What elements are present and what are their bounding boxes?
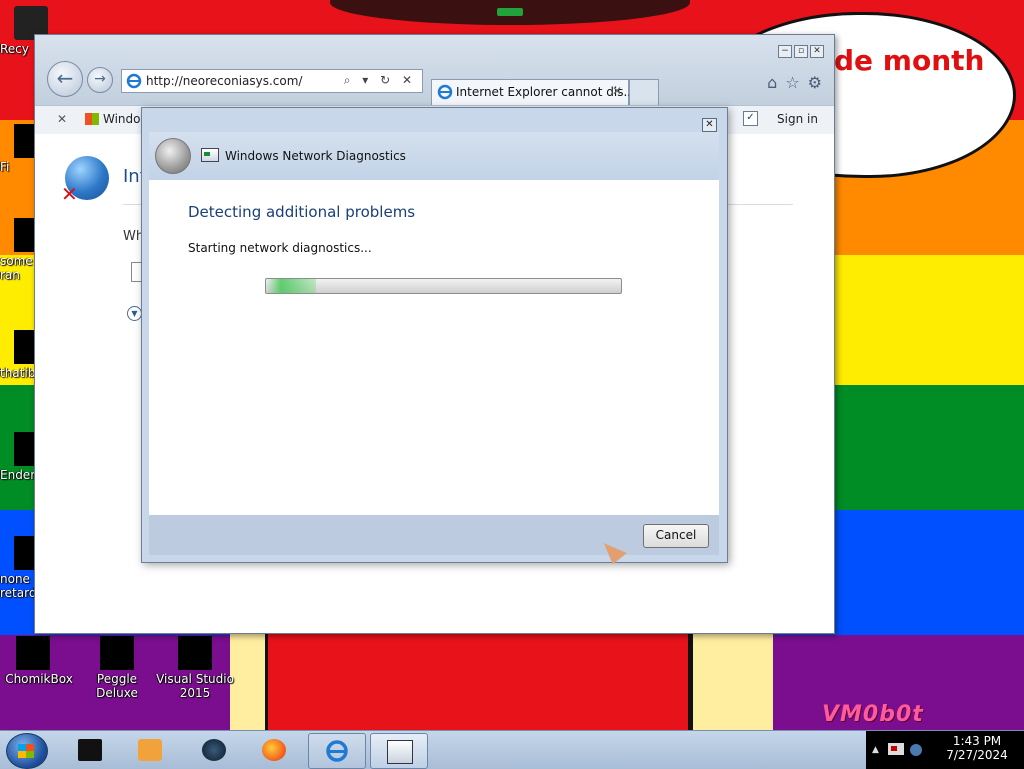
desktop-icon-label: thatib bbox=[0, 366, 36, 380]
wallpaper-cartoon-red bbox=[265, 632, 691, 730]
show-hidden-icons-icon[interactable]: ▲ bbox=[872, 745, 879, 755]
network-diagnostics-icon bbox=[201, 148, 219, 162]
back-orb-icon bbox=[155, 138, 191, 174]
tab-ie-error[interactable]: Internet Explorer cannot dis... ✕ bbox=[431, 79, 635, 105]
ie-icon bbox=[326, 740, 348, 762]
address-bar[interactable]: http://neoreconiasys.com/ ⌕ ▾ ↻ ✕ bbox=[121, 69, 423, 93]
clock-time: 1:43 PM bbox=[952, 734, 1002, 748]
dialog-header: Windows Network Diagnostics bbox=[149, 132, 719, 180]
network-diagnostics-dialog: ✕ Windows Network Diagnostics Detecting … bbox=[141, 107, 728, 563]
favbar-close-icon[interactable]: ✕ bbox=[57, 112, 67, 126]
gear-icon[interactable]: ⚙ bbox=[808, 73, 822, 92]
desktop-icon-label: Visual Studio 2015 bbox=[156, 672, 234, 700]
desktop-icon-label: Fi bbox=[0, 160, 10, 174]
taskbar-item-app3[interactable] bbox=[186, 733, 242, 767]
tray-icons[interactable] bbox=[886, 741, 926, 759]
dark-globe-icon bbox=[202, 739, 226, 761]
maximize-button[interactable]: ▫ bbox=[794, 45, 808, 58]
error-x-icon: ✕ bbox=[61, 182, 78, 206]
dialog-status: Starting network diagnostics... bbox=[188, 241, 372, 255]
minimize-button[interactable]: − bbox=[778, 45, 792, 58]
wallpaper-cartoon-arm bbox=[690, 632, 773, 730]
sign-in-link[interactable]: Sign in bbox=[777, 112, 818, 126]
desktop-icon-label: none retard bbox=[0, 572, 37, 600]
home-icon[interactable]: ⌂ bbox=[767, 73, 777, 92]
favbar-windows-link[interactable]: Windo bbox=[85, 112, 141, 126]
media-player-icon bbox=[138, 739, 162, 761]
favorites-star-icon[interactable]: ☆ bbox=[785, 73, 799, 92]
taskbar-clock[interactable]: 1:43 PM 7/27/2024 bbox=[930, 731, 1024, 769]
new-tab-button[interactable] bbox=[629, 79, 659, 105]
desktop-icon-label: ChomikBox bbox=[5, 672, 73, 686]
ie-icon bbox=[437, 84, 453, 100]
cancel-button[interactable]: Cancel bbox=[643, 524, 709, 548]
dialog-body: Detecting additional problems Starting n… bbox=[149, 180, 719, 515]
dialog-close-button[interactable]: ✕ bbox=[702, 118, 717, 132]
visual-studio-icon bbox=[178, 636, 212, 670]
back-button[interactable]: ← bbox=[47, 61, 83, 97]
peggle-icon bbox=[100, 636, 134, 670]
progress-bar bbox=[265, 278, 622, 294]
desktop-icon-visual-studio-2015[interactable]: Visual Studio 2015 bbox=[156, 636, 234, 700]
address-tools[interactable]: ⌕ ▾ ↻ ✕ bbox=[344, 73, 416, 88]
checkbox-icon[interactable]: ✓ bbox=[743, 111, 758, 126]
globe-error-icon: ✕ bbox=[61, 156, 109, 206]
address-url: http://neoreconiasys.com/ bbox=[146, 74, 303, 88]
desktop-icon-label: Recy bbox=[0, 42, 29, 56]
arrow-right-icon: → bbox=[94, 71, 106, 87]
black-box-icon bbox=[78, 739, 102, 761]
tab-label: Internet Explorer cannot dis... bbox=[456, 85, 635, 99]
wallpaper-watermark: VM0b0t bbox=[822, 702, 924, 727]
windows-logo-icon bbox=[85, 113, 99, 125]
desktop-icon-peggle-deluxe[interactable]: Peggle Deluxe bbox=[78, 636, 156, 700]
desktop-icon-label: Ender bbox=[0, 468, 36, 482]
favbar-windows-label: Windo bbox=[103, 112, 141, 126]
tab-close-icon[interactable]: ✕ bbox=[612, 84, 622, 98]
speech-text-line1: de month bbox=[834, 44, 985, 77]
wallpaper-green-dot bbox=[497, 8, 523, 16]
chomikbox-icon bbox=[16, 636, 50, 670]
ie-icon bbox=[126, 73, 142, 89]
ie-toolbar-icons: ⌂ ☆ ⚙ bbox=[767, 73, 822, 92]
taskbar-item-internet-explorer[interactable] bbox=[308, 733, 366, 769]
desktop-icon-chomikbox[interactable]: ChomikBox bbox=[0, 636, 78, 686]
dialog-footer: Cancel bbox=[149, 515, 719, 555]
desktop-icon-label: Peggle Deluxe bbox=[96, 672, 138, 700]
taskbar: ▲ 1:43 PM 7/27/2024 bbox=[0, 730, 1024, 769]
ie-caption-buttons: − ▫ ✕ bbox=[778, 45, 824, 58]
taskbar-item-network-diagnostics[interactable] bbox=[370, 733, 428, 769]
windows-logo-icon bbox=[18, 744, 34, 758]
more-info-chevron-icon[interactable]: ▼ bbox=[127, 306, 142, 321]
taskbar-item-media[interactable] bbox=[122, 733, 178, 767]
close-button[interactable]: ✕ bbox=[810, 45, 824, 58]
forward-button[interactable]: → bbox=[87, 67, 113, 93]
firefox-icon bbox=[262, 739, 286, 761]
progress-fill bbox=[266, 279, 316, 293]
clock-date: 7/27/2024 bbox=[946, 748, 1008, 762]
arrow-left-icon: ← bbox=[56, 66, 74, 90]
dialog-heading: Detecting additional problems bbox=[188, 203, 416, 221]
taskbar-item-firefox[interactable] bbox=[246, 733, 302, 767]
network-diagnostics-icon bbox=[387, 740, 413, 764]
desktop-icon-label: some ran bbox=[0, 254, 33, 282]
taskbar-item-app1[interactable] bbox=[62, 733, 118, 767]
start-button[interactable] bbox=[6, 733, 48, 769]
dialog-title: Windows Network Diagnostics bbox=[225, 149, 406, 163]
